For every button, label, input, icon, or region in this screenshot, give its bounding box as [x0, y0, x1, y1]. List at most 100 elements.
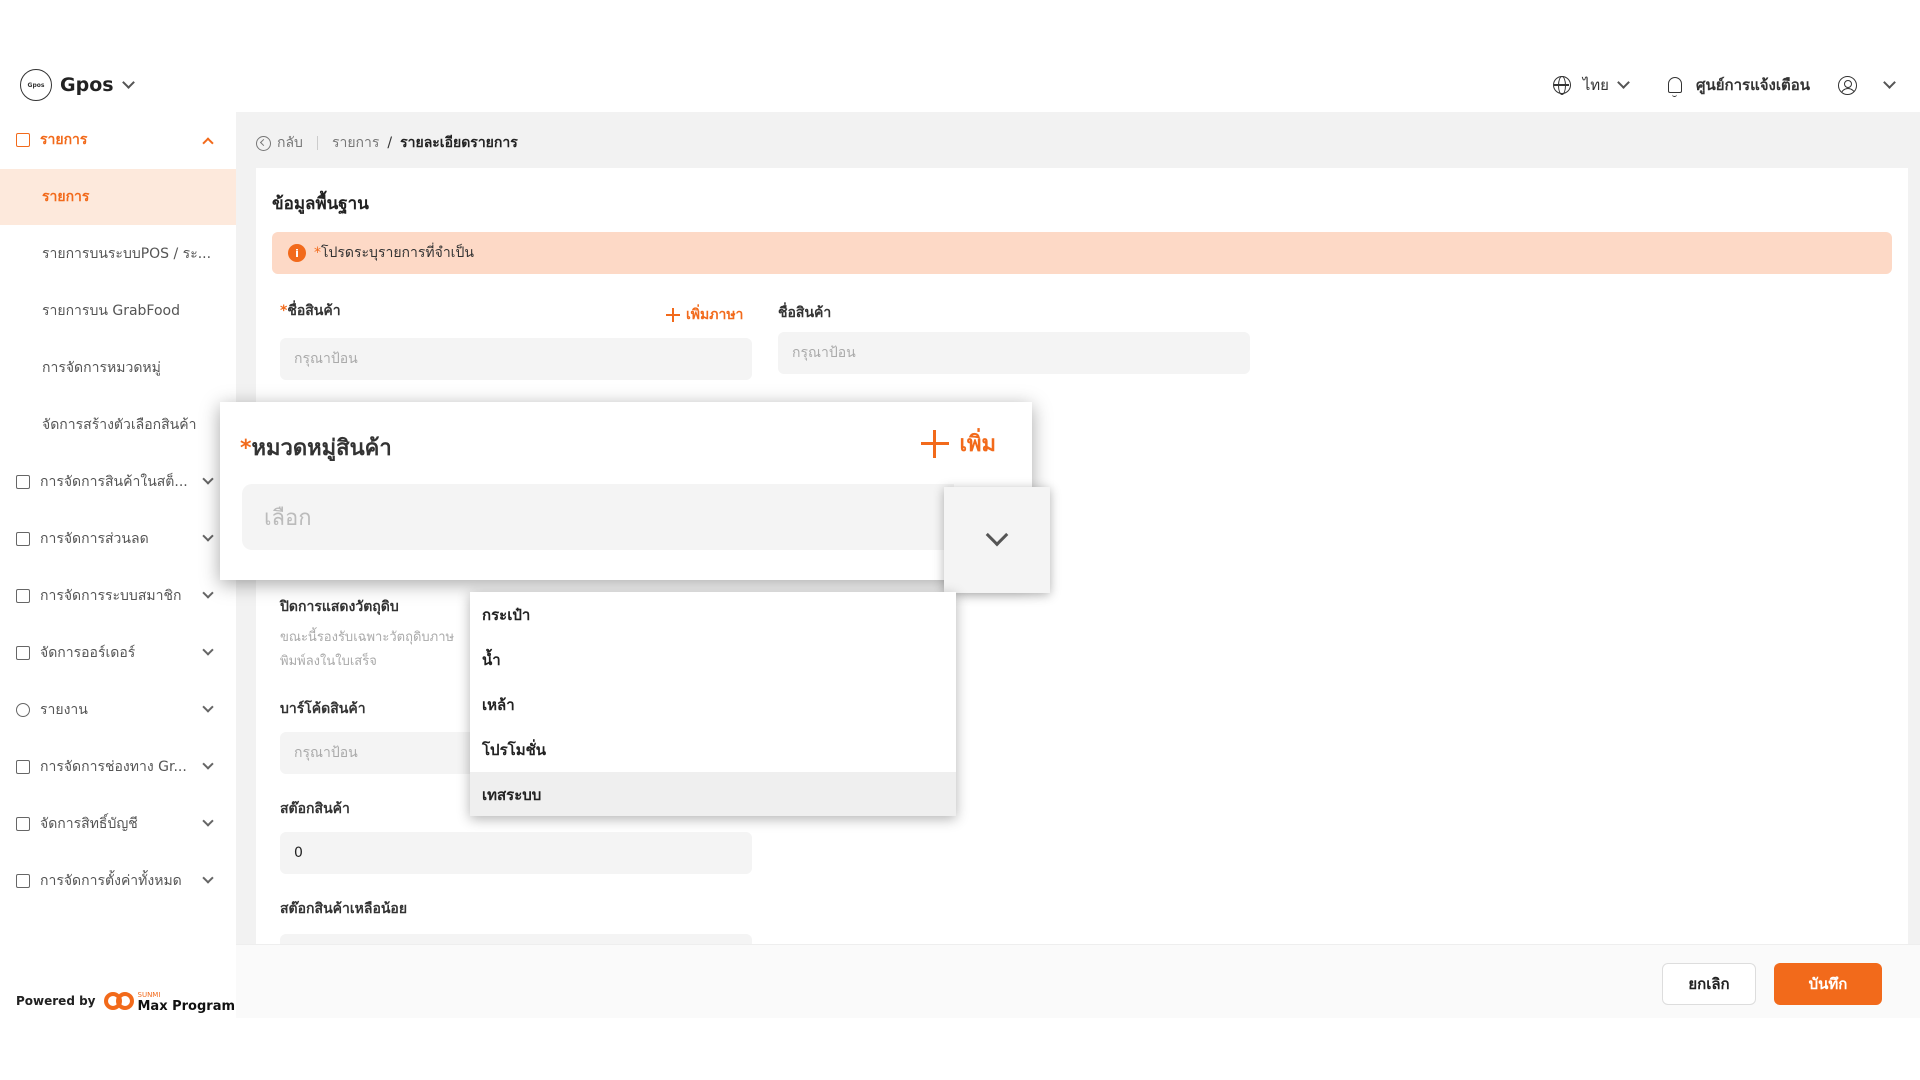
sidebar-item-label: จัดการออร์เดอร์ [40, 645, 136, 661]
plus-icon [666, 308, 680, 322]
notification-label: ศูนย์การแจ้งเตือน [1695, 76, 1810, 94]
sidebar-item-label: รายการบน GrabFood [42, 303, 180, 319]
sidebar-item-label: การจัดการระบบสมาชิก [40, 588, 182, 604]
sidebar-item-pos-items[interactable]: รายการบนระบบPOS / ระ... [0, 226, 236, 282]
product-name-input[interactable]: กรุณาป้อน [280, 338, 752, 380]
logo-text: Gpos [27, 81, 45, 89]
product-name-label: *ชื่อสินค้า [280, 300, 341, 322]
required-mark: * [240, 436, 252, 461]
globe-icon [1552, 76, 1571, 95]
logo-text-group: SUNMI Max Program [137, 990, 236, 1014]
sidebar-item-orders[interactable]: จัดการออร์เดอร์ [0, 625, 236, 681]
max-program-logo-icon: SUNMI Max Program [103, 990, 236, 1014]
alert-text: โปรดระบุรายการที่จำเป็น [321, 245, 474, 261]
stock-input[interactable]: 0 [280, 832, 752, 874]
sidebar-item-label: รายการ [40, 132, 88, 148]
placeholder: กรุณาป้อน [792, 345, 856, 361]
bell-icon [1667, 77, 1682, 97]
chevron-down-icon [202, 872, 214, 884]
add-category-label: เพิ่ม [959, 432, 996, 457]
section-title: ข้อมูลพื้นฐาน [272, 194, 369, 214]
product-name-alt-input[interactable]: กรุณาป้อน [778, 332, 1250, 374]
chevron-down-icon [202, 587, 214, 599]
logo-brand-text: Max Program [137, 999, 236, 1014]
stock-label: สต๊อกสินค้า [280, 801, 350, 817]
chevron-down-icon [985, 523, 1009, 547]
required-mark: * [314, 245, 321, 261]
sidebar-item-label: การจัดการตั้งค่าทั้งหมด [40, 873, 182, 889]
sidebar-item-category-management[interactable]: การจัดการหมวดหมู่ [0, 340, 236, 396]
sidebar-item-label: การจัดการสินค้าในสต็... [40, 474, 188, 490]
discount-icon [16, 532, 30, 546]
breadcrumb-divider [316, 136, 318, 150]
placeholder: กรุณาป้อน [294, 351, 358, 367]
category-select-toggle[interactable] [944, 487, 1050, 593]
info-icon: i [288, 244, 306, 262]
warehouse-icon [16, 475, 30, 489]
breadcrumb-parent[interactable]: รายการ [332, 132, 379, 154]
chevron-down-icon [202, 530, 214, 542]
chevron-down-icon [121, 75, 135, 89]
user-icon [1838, 75, 1857, 95]
chevron-down-icon [202, 815, 214, 827]
plus-icon [921, 429, 950, 458]
sidebar-item-items-group[interactable]: รายการ [0, 112, 236, 168]
back-link[interactable]: กลับ [277, 132, 303, 154]
member-icon [16, 589, 30, 603]
header-actions: ไทย ศูนย์การแจ้งเตือน [1552, 58, 1920, 112]
sidebar-item-label: การจัดการส่วนลด [40, 531, 149, 547]
brand-name: Gpos [60, 74, 114, 96]
dropdown-option[interactable]: เหล้า [470, 682, 956, 727]
action-bar: ยกเลิก บันทึก [236, 944, 1920, 1018]
sidebar-item-label: การจัดการช่องทาง Gr... [40, 759, 187, 775]
sidebar-item-label: รายการ [42, 189, 90, 205]
dropdown-option[interactable]: กระเป๋า [470, 592, 956, 637]
category-select[interactable]: เลือก [242, 484, 954, 550]
sidebar-item-label: รายการบนระบบPOS / ระ... [42, 246, 212, 262]
sidebar-item-membership[interactable]: การจัดการระบบสมาชิก [0, 568, 236, 624]
brand-switcher[interactable]: Gpos Gpos [20, 69, 135, 101]
powered-by-label: Powered by [16, 994, 96, 1008]
category-field-zoom: *หมวดหมู่สินค้า เพิ่ม เลือก [220, 402, 1032, 580]
low-stock-label: สต๊อกสินค้าเหลือน้อย [280, 901, 408, 917]
chevron-down-icon [1617, 75, 1630, 89]
clock-icon [16, 703, 30, 717]
hide-ingredients-help: ขณะนี้รองรับเฉพาะวัตถุดิบภาษ พิมพ์ลงในใบ… [280, 626, 454, 674]
sidebar-item-label: รายงาน [40, 702, 88, 718]
sidebar-item-account-permissions[interactable]: จัดการสิทธิ์บัญชี [0, 796, 236, 852]
placeholder: กรุณาป้อน [294, 745, 358, 761]
language-selector[interactable]: ไทย [1552, 73, 1630, 97]
screen-frame: Gpos Gpos ไทย ศูนย์การแจ้งเตือน รายการ ร… [0, 0, 1920, 1080]
dropdown-option[interactable]: น้ำ [470, 637, 956, 682]
sidebar-item-grabfood-items[interactable]: รายการบน GrabFood [0, 283, 236, 339]
sidebar-item-label: การจัดการหมวดหมู่ [42, 360, 161, 376]
sidebar-item-items[interactable]: รายการ [0, 169, 236, 225]
add-language-button[interactable]: เพิ่มภาษา [666, 304, 743, 326]
back-icon[interactable] [256, 135, 271, 151]
list-icon [16, 133, 30, 147]
save-button[interactable]: บันทึก [1774, 963, 1882, 1005]
dropdown-option[interactable]: เทสระบบ [470, 772, 956, 816]
network-icon [16, 760, 30, 774]
add-category-button[interactable]: เพิ่ม [921, 426, 996, 461]
sidebar-item-channels[interactable]: การจัดการช่องทาง Gr... [0, 739, 236, 795]
users-icon [16, 817, 30, 831]
sidebar-item-settings[interactable]: การจัดการตั้งค่าทั้งหมด [0, 853, 236, 909]
barcode-label: บาร์โค้ดสินค้า [280, 701, 366, 717]
account-menu[interactable] [1838, 75, 1896, 95]
sidebar-item-label: จัดการสร้างตัวเลือกสินค้า [42, 417, 197, 433]
clipboard-icon [16, 646, 30, 660]
sidebar: รายการ รายการ รายการบนระบบPOS / ระ... รา… [0, 112, 236, 1018]
notification-center[interactable]: ศูนย์การแจ้งเตือน [1667, 73, 1810, 97]
sidebar-item-discounts[interactable]: การจัดการส่วนลด [0, 511, 236, 567]
sidebar-item-reports[interactable]: รายงาน [0, 682, 236, 738]
top-header: Gpos Gpos ไทย ศูนย์การแจ้งเตือน [0, 58, 1920, 112]
chevron-down-icon [202, 644, 214, 656]
chevron-down-icon [202, 701, 214, 713]
help-line: พิมพ์ลงในใบเสร็จ [280, 654, 377, 669]
sidebar-item-product-options[interactable]: จัดการสร้างตัวเลือกสินค้า [0, 397, 236, 453]
dropdown-option[interactable]: โปรโมชั่น [470, 727, 956, 772]
breadcrumb-current: รายละเอียดรายการ [400, 135, 518, 151]
cancel-button[interactable]: ยกเลิก [1662, 963, 1756, 1005]
sidebar-item-stock[interactable]: การจัดการสินค้าในสต็... [0, 454, 236, 510]
